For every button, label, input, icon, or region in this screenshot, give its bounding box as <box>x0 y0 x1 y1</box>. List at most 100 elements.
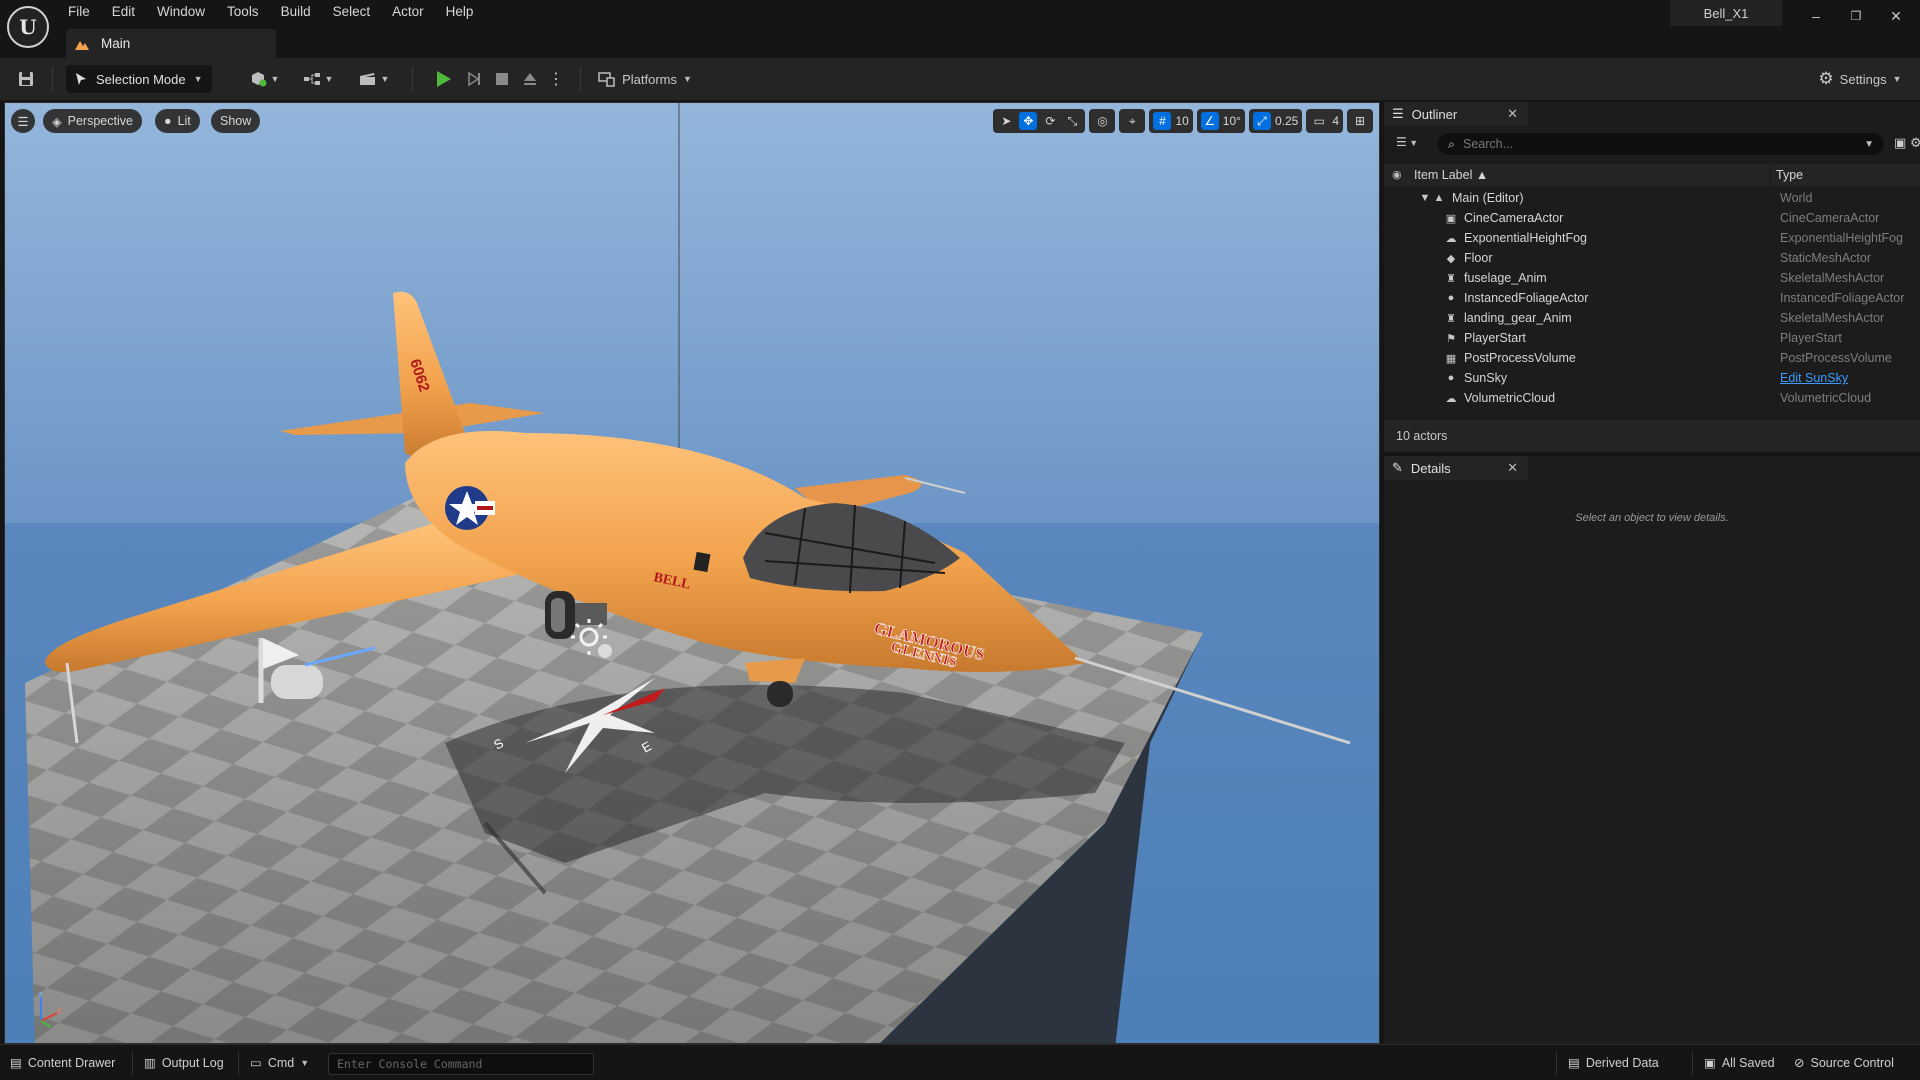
angle-snap-icon[interactable]: ∠ <box>1200 112 1219 130</box>
layout-grid-icon[interactable]: ⊞ <box>1351 112 1369 130</box>
stop-button[interactable] <box>490 65 514 93</box>
mesh-icon: ◆ <box>1446 252 1456 265</box>
rotate-mode-icon[interactable]: ⟳ <box>1041 112 1059 130</box>
restore-button[interactable]: ❐ <box>1836 4 1876 28</box>
menu-select[interactable]: Select <box>325 0 385 24</box>
save-button[interactable] <box>14 65 38 93</box>
camera-speed-icon[interactable]: ▭ <box>1310 112 1328 130</box>
close-icon[interactable]: ✕ <box>1507 460 1518 476</box>
scale-snap-group[interactable]: ⤢ 0.25 <box>1248 109 1303 133</box>
scale-snap-icon[interactable]: ⤢ <box>1252 112 1271 130</box>
tree-row-actor[interactable]: ◆ Floor StaticMeshActor <box>1384 248 1920 268</box>
scale-snap-value[interactable]: 0.25 <box>1275 114 1298 128</box>
platforms-dropdown[interactable]: Platforms ▼ <box>596 65 694 93</box>
add-folder-button[interactable]: ▣ <box>1894 135 1906 151</box>
outliner-tab[interactable]: ☰ Outliner ✕ <box>1384 102 1528 126</box>
coordinate-space-group: ◎ <box>1089 109 1116 133</box>
menu-bar: File Edit Window Tools Build Select Acto… <box>60 0 487 24</box>
column-type[interactable]: Type <box>1776 168 1803 182</box>
tree-row-actor[interactable]: ♜ fuselage_Anim SkeletalMeshActor <box>1384 268 1920 288</box>
outliner-settings-button[interactable]: ⚙ <box>1910 135 1920 151</box>
tree-row-type: InstancedFoliageActor <box>1780 291 1905 305</box>
tree-row-actor[interactable]: ▣ CineCameraActor CineCameraActor <box>1384 208 1920 228</box>
camera-speed-group[interactable]: ▭ 4 <box>1306 109 1343 133</box>
project-name: Bell_X1 <box>1670 0 1782 26</box>
cmd-dropdown[interactable]: ▭ Cmd ▼ <box>250 1055 309 1071</box>
play-options-button[interactable]: ⋮ <box>546 65 566 93</box>
menu-build[interactable]: Build <box>273 0 325 24</box>
grid-snap-group[interactable]: # 10 <box>1149 109 1193 133</box>
menu-edit[interactable]: Edit <box>104 0 149 24</box>
show-dropdown[interactable]: Show <box>211 109 261 133</box>
output-log-button[interactable]: ▥ Output Log <box>144 1055 224 1071</box>
visibility-eye-icon[interactable]: ◉ <box>1392 168 1402 181</box>
details-tab[interactable]: ✎ Details ✕ <box>1384 456 1528 480</box>
settings-dropdown[interactable]: ⚙ Settings ▼ <box>1814 65 1906 93</box>
output-log-label: Output Log <box>161 1055 224 1070</box>
level-tab-label: Main <box>101 36 131 51</box>
derived-data-button[interactable]: ▤ Derived Data <box>1568 1055 1659 1071</box>
advance-frame-button[interactable] <box>462 65 486 93</box>
outliner-panel: ☰ Outliner ✕ ☰ ▼ ⌕ Search... ▼ ▣ ⚙ ◉ Ite… <box>1384 102 1920 452</box>
level-viewport[interactable]: E S 6062 BELL GLAMOROUS GLENNIS ☰ ◈ Pers… <box>4 102 1380 1044</box>
perspective-dropdown[interactable]: ◈ Perspective <box>43 109 142 133</box>
camera-speed-value[interactable]: 4 <box>1332 114 1339 128</box>
viewport-scene[interactable]: E S 6062 BELL GLAMOROUS GLENNIS <box>5 103 1380 1044</box>
selection-mode-label: Selection Mode <box>96 71 186 87</box>
surface-snap-icon[interactable]: ⌖ <box>1123 112 1141 130</box>
column-item-label-text: Item Label <box>1414 168 1473 182</box>
level-tab-main[interactable]: Main <box>66 29 276 58</box>
cinematics-button[interactable]: ▼ <box>354 65 394 93</box>
viewport-layout-group[interactable]: ⊞ <box>1347 109 1373 133</box>
play-button[interactable] <box>432 65 456 93</box>
outliner-search-input[interactable]: ⌕ Search... ▼ <box>1438 133 1884 155</box>
menu-window[interactable]: Window <box>149 0 219 24</box>
tree-row-actor[interactable]: ▦ PostProcessVolume PostProcessVolume <box>1384 348 1920 368</box>
rotation-snap-value[interactable]: 10° <box>1223 114 1241 128</box>
tree-row-type: CineCameraActor <box>1780 211 1880 225</box>
viewport-options-button[interactable]: ☰ <box>11 109 35 133</box>
select-mode-icon[interactable]: ➤ <box>997 112 1015 130</box>
tree-row-actor[interactable]: ● InstancedFoliageActor InstancedFoliage… <box>1384 288 1920 308</box>
all-saved-button[interactable]: ▣ All Saved <box>1704 1055 1775 1071</box>
minimize-button[interactable]: – <box>1796 4 1836 28</box>
platforms-icon <box>598 72 615 87</box>
content-drawer-label: Content Drawer <box>27 1055 116 1070</box>
menu-help[interactable]: Help <box>438 0 488 24</box>
console-command-input[interactable]: Enter Console Command <box>328 1053 594 1075</box>
column-item-label[interactable]: Item Label ▲ <box>1414 168 1488 182</box>
close-window-button[interactable]: ✕ <box>1876 4 1916 28</box>
filter-button[interactable]: ☰ ▼ <box>1396 135 1418 149</box>
menu-file[interactable]: File <box>60 0 104 24</box>
rotation-snap-group[interactable]: ∠ 10° <box>1196 109 1245 133</box>
source-control-button[interactable]: ⊘ Source Control <box>1794 1055 1894 1071</box>
show-label: Show <box>220 114 252 128</box>
eject-button[interactable] <box>518 65 542 93</box>
tree-row-actor[interactable]: ● SunSky Edit SunSky <box>1384 368 1920 388</box>
scale-mode-icon[interactable]: ⤡ <box>1063 112 1081 130</box>
column-divider[interactable] <box>1770 164 1771 186</box>
content-drawer-button[interactable]: ▤ Content Drawer <box>10 1055 116 1071</box>
tree-row-world[interactable]: ▼ ▲ Main (Editor) World <box>1384 188 1920 208</box>
tree-row-actor[interactable]: ♜ landing_gear_Anim SkeletalMeshActor <box>1384 308 1920 328</box>
edit-sunsky-link[interactable]: Edit SunSky <box>1780 371 1848 385</box>
chevron-down-icon[interactable]: ▼ <box>1864 139 1874 150</box>
tree-row-label: landing_gear_Anim <box>1464 311 1572 325</box>
translate-mode-icon[interactable]: ✥ <box>1019 112 1038 130</box>
tree-row-actor[interactable]: ☁ ExponentialHeightFog ExponentialHeight… <box>1384 228 1920 248</box>
outliner-search-placeholder[interactable]: Search... <box>1463 137 1513 151</box>
menu-actor[interactable]: Actor <box>384 0 438 24</box>
menu-tools[interactable]: Tools <box>219 0 273 24</box>
tree-row-actor[interactable]: ⚑ PlayerStart PlayerStart <box>1384 328 1920 348</box>
blueprints-button[interactable]: ▼ <box>298 65 338 93</box>
collapse-arrow-icon[interactable]: ▼ <box>1418 191 1432 205</box>
unreal-logo-icon[interactable]: U <box>7 6 49 48</box>
add-actor-button[interactable]: ▼ <box>244 65 284 93</box>
grid-snap-icon[interactable]: # <box>1153 112 1172 130</box>
tree-row-actor[interactable]: ☁ VolumetricCloud VolumetricCloud <box>1384 388 1920 408</box>
close-icon[interactable]: ✕ <box>1507 106 1518 122</box>
world-space-icon[interactable]: ◎ <box>1093 112 1111 130</box>
selection-mode-dropdown[interactable]: Selection Mode ▼ <box>66 65 212 93</box>
view-mode-dropdown[interactable]: ● Lit <box>155 109 200 133</box>
grid-snap-value[interactable]: 10 <box>1175 114 1188 128</box>
